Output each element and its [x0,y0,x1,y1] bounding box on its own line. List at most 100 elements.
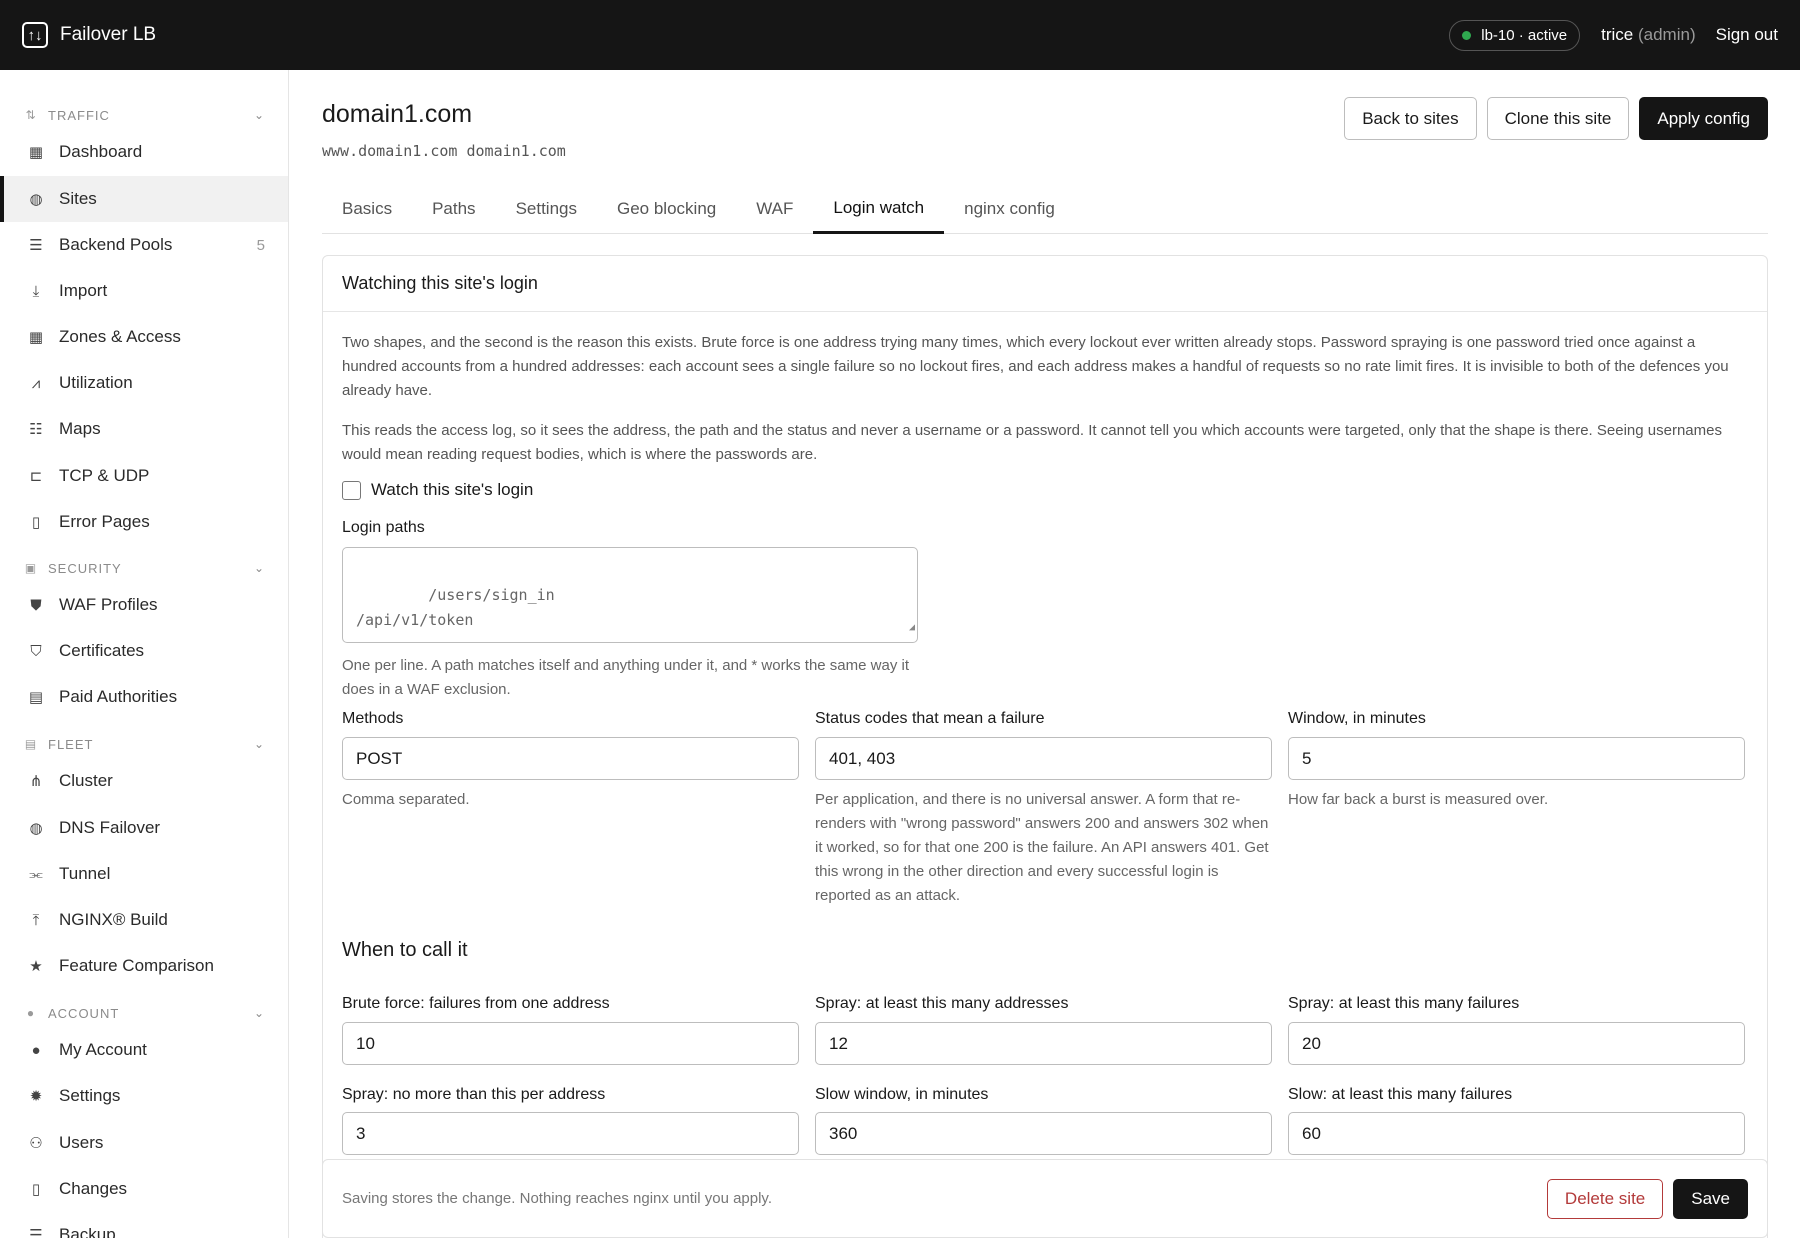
sign-out-link[interactable]: Sign out [1716,25,1778,45]
section-label: ACCOUNT [48,1005,120,1021]
sidebar-item-label: Certificates [59,641,145,660]
save-footer: Saving stores the change. Nothing reache… [322,1159,1768,1238]
tab-login-watch[interactable]: Login watch [813,184,945,234]
sidebar-item-label: DNS Failover [59,818,161,837]
document-icon: ▯ [31,1181,41,1198]
section-label: FLEET [48,736,94,752]
tab-geo-blocking[interactable]: Geo blocking [597,184,736,234]
window-label: Window, in minutes [1288,710,1426,727]
sidebar-item-label: Users [59,1133,104,1152]
window-input[interactable]: 5 [1288,737,1745,780]
document-icon: ▯ [31,514,41,531]
sidebar-item-label: My Account [59,1040,147,1059]
resize-handle-icon[interactable]: ◢ [909,615,915,640]
count-badge: 5 [256,236,265,254]
sidebar-item-label: Backend Pools [59,235,173,254]
section-security[interactable]: ▣ SECURITY ⌄ [0,557,288,579]
sidebar-item-nginx-build[interactable]: ⤒ NGINX® Build [0,897,288,943]
node-status-pill[interactable]: lb-10 · active [1449,19,1581,51]
spray-failures-label: Spray: at least this many failures [1288,995,1520,1012]
port-icon: ⊏ [29,468,43,485]
chevron-down-icon: ⌄ [253,108,265,122]
sidebar-item-utilization[interactable]: ⩘ Utilization [0,360,288,406]
sidebar-item-dns-failover[interactable]: ◍ DNS Failover [0,805,288,851]
section-fleet[interactable]: ▤ FLEET ⌄ [0,733,288,755]
watch-login-checkbox-row[interactable]: Watch this site's login [342,480,533,500]
sidebar-item-label: Backup [59,1225,116,1238]
sidebar-item-backup[interactable]: ☰ Backup [0,1212,288,1238]
sidebar-item-my-account[interactable]: ● My Account [0,1027,288,1073]
tab-settings[interactable]: Settings [496,184,597,234]
save-button[interactable]: Save [1673,1178,1748,1219]
current-user: trice (admin) [1601,25,1695,45]
brand-logo-icon: ↑↓ [22,22,48,48]
chevron-down-icon: ⌄ [253,1006,265,1020]
brute-force-input[interactable]: 10 [342,1022,799,1065]
person-icon: ● [26,1006,36,1020]
sidebar-item-users[interactable]: ⚇ Users [0,1120,288,1166]
shield-icon: ⛊ [30,596,42,614]
delete-site-button[interactable]: Delete site [1546,1178,1664,1219]
spray-per-address-input[interactable]: 3 [342,1112,799,1155]
user-icon: ● [31,1041,41,1059]
site-tabs: Basics Paths Settings Geo blocking WAF L… [322,184,1768,234]
spray-per-address-label: Spray: no more than this per address [342,1086,606,1103]
sidebar-item-cluster[interactable]: ⋔ Cluster [0,758,288,804]
tab-basics[interactable]: Basics [322,184,412,234]
slow-failures-input[interactable]: 60 [1288,1112,1745,1155]
sidebar-item-tcp-udp[interactable]: ⊏ TCP & UDP [0,453,288,499]
sidebar-item-label: Maps [59,419,101,438]
sidebar-item-maps[interactable]: ☷ Maps [0,406,288,452]
tab-nginx-config[interactable]: nginx config [944,184,1075,234]
tunnel-icon: ⫘ [29,865,43,883]
sidebar-item-label: Feature Comparison [59,956,214,975]
status-codes-input[interactable]: 401, 403 [815,737,1272,780]
tab-paths[interactable]: Paths [412,184,495,234]
sidebar-item-error-pages[interactable]: ▯ Error Pages [0,499,288,545]
back-to-sites-button[interactable]: Back to sites [1344,97,1477,140]
section-label: TRAFFIC [48,107,110,123]
sidebar-item-import[interactable]: ⤓ Import [0,268,288,314]
apply-config-button[interactable]: Apply config [1639,97,1768,140]
sidebar-item-settings[interactable]: ✹ Settings [0,1073,288,1119]
login-paths-textarea[interactable]: /users/sign_in /api/v1/token ◢ [342,547,918,643]
slow-window-input[interactable]: 360 [815,1112,1272,1155]
sidebar-item-sites[interactable]: ◍ Sites [0,176,288,222]
download-icon: ⤓ [32,282,40,300]
section-account[interactable]: ● ACCOUNT ⌄ [0,1002,288,1024]
line-chart-icon: ⩘ [31,374,41,392]
sidebar-item-dashboard[interactable]: ▦ Dashboard [0,129,288,175]
sidebar-item-label: Tunnel [59,864,111,883]
sidebar-item-changes[interactable]: ▯ Changes [0,1166,288,1212]
brand[interactable]: ↑↓ Failover LB [22,22,156,48]
sidebar-item-label: TCP & UDP [59,466,150,485]
sidebar-item-zones[interactable]: ▦ Zones & Access [0,314,288,360]
sidebar-item-label: Utilization [59,373,133,392]
spray-failures-input[interactable]: 20 [1288,1022,1745,1065]
user-role: (admin) [1637,25,1696,44]
upload-icon: ⤒ [32,911,40,929]
sidebar-item-tunnel[interactable]: ⫘ Tunnel [0,851,288,897]
sidebar-item-paid-authorities[interactable]: ▤ Paid Authorities [0,674,288,720]
server-icon: ▤ [28,689,44,706]
sidebar-item-certificates[interactable]: ⛉ Certificates [0,628,288,674]
spray-addresses-label: Spray: at least this many addresses [815,995,1069,1012]
window-help: How far back a burst is measured over. [1288,791,1549,808]
top-bar: ↑↓ Failover LB lb-10 · active trice (adm… [0,0,1800,70]
slow-failures-label: Slow: at least this many failures [1288,1086,1513,1103]
watch-login-checkbox[interactable] [342,480,361,500]
spray-addresses-input[interactable]: 12 [815,1022,1272,1065]
globe-icon: ◍ [29,820,43,837]
sidebar-item-feature-comparison[interactable]: ★ Feature Comparison [0,943,288,989]
methods-input[interactable]: POST [342,737,799,780]
site-aliases: www.domain1.com domain1.com [322,142,566,160]
chevron-down-icon: ⌄ [253,561,265,575]
shield-check-icon: ⛉ [30,642,42,660]
sidebar-item-waf-profiles[interactable]: ⛊ WAF Profiles [0,582,288,628]
status-codes-help: Per application, and there is no univers… [815,791,1269,904]
section-traffic[interactable]: ⇅ TRAFFIC ⌄ [0,104,288,126]
tab-waf[interactable]: WAF [736,184,813,234]
sidebar-item-backend-pools[interactable]: ☰ Backend Pools 5 [0,222,288,268]
sidebar-item-label: Cluster [59,771,113,790]
clone-site-button[interactable]: Clone this site [1486,97,1630,140]
